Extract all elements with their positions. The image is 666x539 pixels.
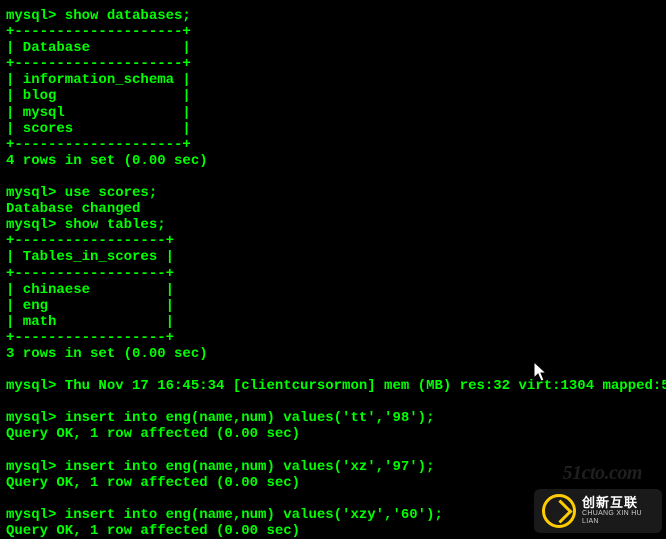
terminal-line: | mysql | (6, 105, 666, 121)
terminal-line (6, 394, 666, 410)
terminal-line: +------------------+ (6, 266, 666, 282)
terminal-line: +------------------+ (6, 330, 666, 346)
terminal-line: +--------------------+ (6, 137, 666, 153)
watermark-faded: 51cto.com (563, 462, 642, 485)
terminal-line: +--------------------+ (6, 24, 666, 40)
terminal-line: | eng | (6, 298, 666, 314)
terminal-line: 3 rows in set (0.00 sec) (6, 346, 666, 362)
terminal-line: | Tables_in_scores | (6, 249, 666, 265)
terminal-line (6, 443, 666, 459)
terminal-line (6, 362, 666, 378)
terminal-line: | Database | (6, 40, 666, 56)
terminal-output[interactable]: mysql> show databases;+-----------------… (6, 8, 666, 539)
terminal-line: mysql> Thu Nov 17 16:45:34 [clientcursor… (6, 378, 666, 394)
terminal-line: | math | (6, 314, 666, 330)
brand-logo-icon (542, 494, 576, 528)
terminal-line: | blog | (6, 88, 666, 104)
terminal-line: | information_schema | (6, 72, 666, 88)
terminal-line: +--------------------+ (6, 56, 666, 72)
terminal-line: mysql> show databases; (6, 8, 666, 24)
terminal-line: mysql> use scores; (6, 185, 666, 201)
terminal-line: | scores | (6, 121, 666, 137)
terminal-line: +------------------+ (6, 233, 666, 249)
terminal-line: 4 rows in set (0.00 sec) (6, 153, 666, 169)
terminal-line: mysql> show tables; (6, 217, 666, 233)
terminal-line: Query OK, 1 row affected (0.00 sec) (6, 426, 666, 442)
brand-logo-en: CHUANG XIN HU LIAN (582, 510, 654, 525)
brand-logo-cn: 创新互联 (582, 496, 654, 510)
brand-logo: 创新互联 CHUANG XIN HU LIAN (534, 489, 662, 533)
terminal-line (6, 169, 666, 185)
terminal-line: | chinaese | (6, 282, 666, 298)
terminal-line: mysql> insert into eng(name,num) values(… (6, 410, 666, 426)
terminal-line: Database changed (6, 201, 666, 217)
